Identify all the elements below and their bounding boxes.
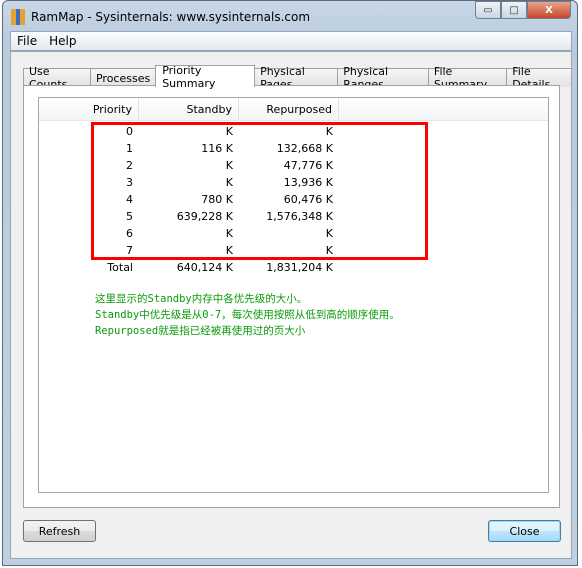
annotation-line: Repurposed就是指已经被再使用过的页大小 — [95, 325, 306, 337]
cell-priority: Total — [107, 261, 133, 274]
app-window: RamMap - Sysinternals: www.sysinternals.… — [2, 0, 578, 566]
column-header-repurposed[interactable]: Repurposed — [239, 98, 339, 120]
cell-standby: 640,124 K — [176, 261, 233, 274]
cell-repurposed: 1,831,204 K — [266, 261, 333, 274]
highlight-box — [91, 122, 428, 260]
annotation-line: 这里显示的Standby内存中各优先级的大小。 — [95, 293, 308, 305]
close-window-button[interactable]: X — [527, 1, 571, 19]
tab-panel: Priority Standby Repurposed 0 K K 1 116 K 132… — [23, 85, 560, 508]
menu-bar: File Help — [10, 31, 572, 51]
tab-strip: Use Counts Processes Priority Summary Ph… — [23, 64, 572, 91]
menu-file[interactable]: File — [11, 34, 43, 48]
refresh-button[interactable]: Refresh — [23, 520, 96, 542]
annotation-line: Standby中优先级是从0-7，每次使用按照从低到高的顺序使用。 — [95, 309, 400, 321]
client-area: Use Counts Processes Priority Summary Ph… — [10, 51, 572, 559]
rammap-app-icon — [11, 9, 26, 25]
menu-help[interactable]: Help — [43, 34, 82, 48]
column-header-standby[interactable]: Standby — [139, 98, 239, 120]
close-button[interactable]: Close — [488, 520, 561, 542]
column-header-priority[interactable]: Priority — [39, 98, 139, 120]
total-row[interactable]: Total 640,124 K 1,831,204 K — [39, 259, 548, 276]
maximize-button[interactable]: □ — [501, 1, 527, 19]
minimize-button[interactable]: ▭ — [475, 1, 501, 19]
window-title: RamMap - Sysinternals: www.sysinternals.… — [31, 10, 311, 24]
list-header: Priority Standby Repurposed — [39, 98, 548, 121]
tab-priority-summary[interactable]: Priority Summary — [155, 64, 256, 90]
title-bar: RamMap - Sysinternals: www.sysinternals.… — [11, 7, 310, 27]
priority-list-view[interactable]: Priority Standby Repurposed 0 K K 1 116 K 132… — [38, 97, 549, 493]
